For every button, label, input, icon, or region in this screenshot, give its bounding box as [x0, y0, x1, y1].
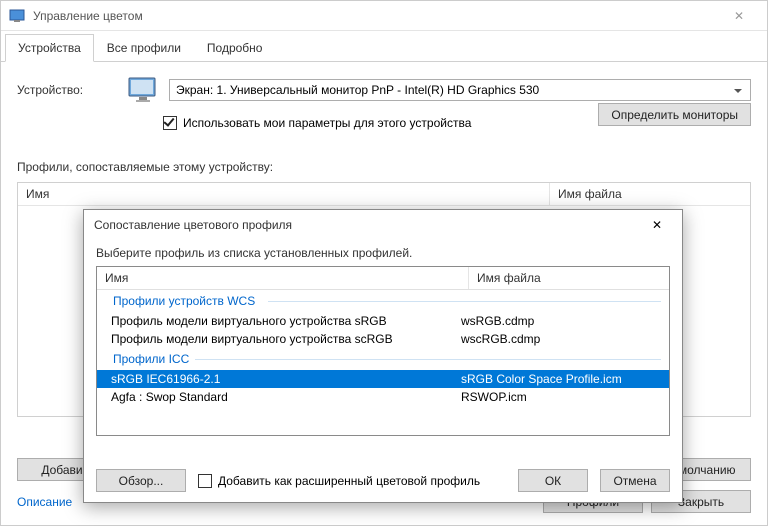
group-icc: Профили ICC: [97, 348, 669, 370]
list-col-name[interactable]: Имя: [97, 267, 469, 289]
ok-button[interactable]: ОК: [518, 469, 588, 492]
extended-checkbox[interactable]: [198, 474, 212, 488]
color-management-window: Управление цветом ✕ Устройства Все профи…: [0, 0, 768, 526]
list-item[interactable]: sRGB IEC61966-2.1 sRGB Color Space Profi…: [97, 370, 669, 388]
list-item[interactable]: Профиль модели виртуального устройства s…: [97, 330, 669, 348]
group-wcs: Профили устройств WCS: [97, 290, 669, 312]
dialog-close-icon[interactable]: ✕: [642, 210, 672, 240]
browse-button[interactable]: Обзор...: [96, 469, 186, 492]
dialog-prompt: Выберите профиль из списка установленных…: [96, 246, 670, 260]
associate-profile-dialog: Сопоставление цветового профиля ✕ Выбери…: [83, 209, 683, 503]
list-item[interactable]: Профиль модели виртуального устройства s…: [97, 312, 669, 330]
modal-overlay: Сопоставление цветового профиля ✕ Выбери…: [1, 1, 767, 525]
dialog-title: Сопоставление цветового профиля: [94, 218, 642, 232]
list-col-file[interactable]: Имя файла: [469, 267, 669, 289]
cancel-button[interactable]: Отмена: [600, 469, 670, 492]
dialog-titlebar: Сопоставление цветового профиля ✕: [84, 210, 682, 240]
list-item[interactable]: Agfa : Swop Standard RSWOP.icm: [97, 388, 669, 406]
dialog-footer: Обзор... Добавить как расширенный цветов…: [96, 469, 670, 492]
extended-checkbox-label: Добавить как расширенный цветовой профил…: [218, 474, 480, 488]
profile-list[interactable]: Имя Имя файла Профили устройств WCS Проф…: [96, 266, 670, 436]
